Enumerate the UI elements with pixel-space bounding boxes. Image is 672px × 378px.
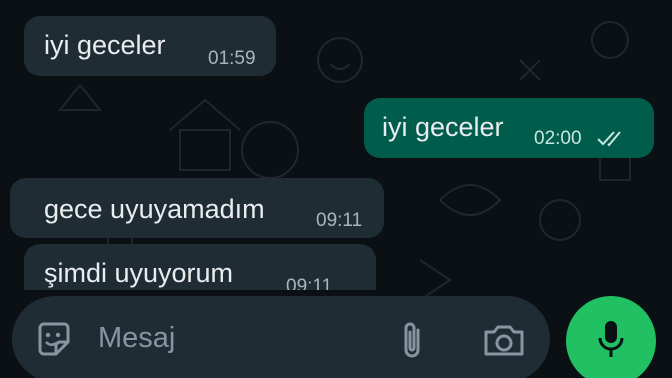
message-bubble-incoming[interactable]: şimdi uyuyorum 09:11 (24, 244, 376, 290)
attach-icon[interactable] (398, 318, 428, 362)
message-input[interactable]: Mesaj (98, 322, 175, 355)
sticker-icon[interactable] (34, 320, 74, 360)
message-bubble-incoming[interactable]: gece uyuyamadım 09:11 (10, 178, 384, 238)
message-text: gece uyuyamadım (44, 194, 265, 224)
mic-icon (598, 321, 624, 357)
message-time: 09:11 (286, 276, 333, 290)
chat-screen: iyi geceler 01:59 iyi geceler 02:00 gece… (0, 0, 672, 378)
message-time: 09:11 (316, 210, 363, 231)
message-text: iyi geceler (382, 112, 504, 142)
message-input-bar[interactable]: Mesaj (12, 296, 550, 378)
message-text: iyi geceler (44, 30, 166, 60)
message-list[interactable]: iyi geceler 01:59 iyi geceler 02:00 gece… (0, 0, 672, 290)
mic-button[interactable] (566, 296, 656, 378)
message-bubble-outgoing[interactable]: iyi geceler 02:00 (364, 98, 654, 158)
camera-icon[interactable] (482, 320, 526, 360)
message-bubble-incoming[interactable]: iyi geceler 01:59 (24, 16, 276, 76)
message-time: 01:59 (208, 48, 256, 69)
double-check-icon (597, 131, 621, 147)
message-text: şimdi uyuyorum (44, 258, 234, 288)
message-time: 02:00 (534, 128, 582, 149)
